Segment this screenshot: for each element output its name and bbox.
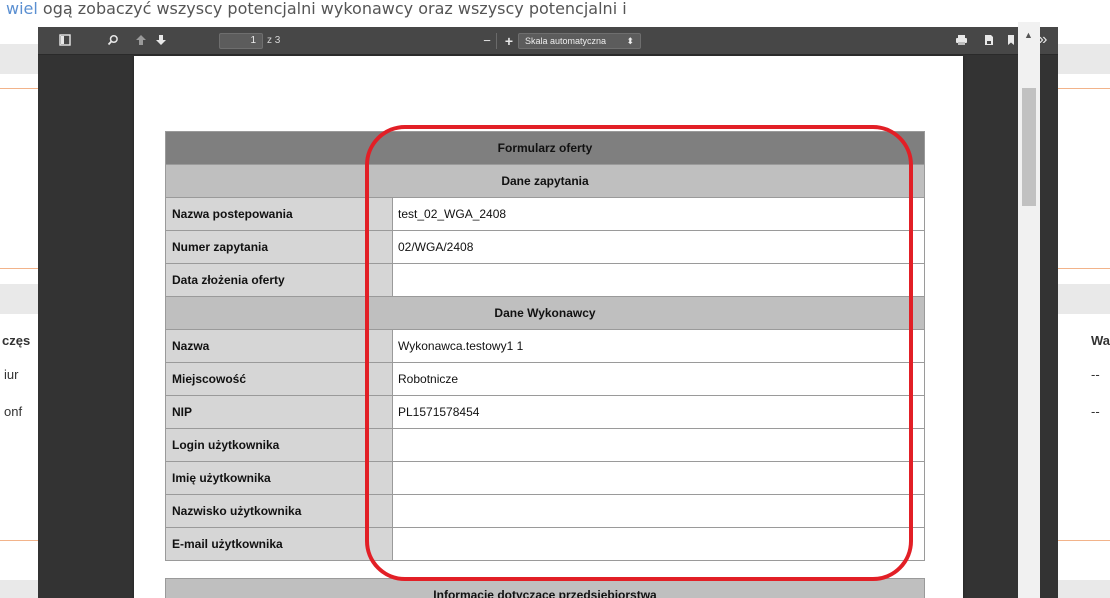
field-label: Nazwa postepowania (165, 197, 393, 231)
print-icon[interactable] (952, 32, 970, 50)
table-row: Miejscowość Robotnicze (165, 362, 925, 396)
section-header: Dane zapytania (165, 164, 925, 198)
search-icon[interactable] (104, 32, 122, 50)
previous-page-icon[interactable] (132, 32, 150, 50)
modal-scrollbar[interactable]: ▲ (1018, 22, 1040, 598)
background-col-header-left: częs (2, 333, 31, 348)
field-value: test_02_WGA_2408 (392, 197, 925, 231)
field-label: Data złożenia oferty (165, 263, 393, 297)
background-cell-right: -- (1091, 367, 1100, 382)
field-value (392, 263, 925, 297)
zoom-in-button[interactable]: + (500, 32, 518, 50)
section-header-row: Dane zapytania (165, 164, 925, 198)
table-row: NIP PL1571578454 (165, 395, 925, 429)
field-value: PL1571578454 (392, 395, 925, 429)
toolbar-separator (496, 33, 497, 49)
field-label: Nazwisko użytkownika (165, 494, 393, 528)
spacer-row (165, 560, 925, 579)
field-label: Login użytkownika (165, 428, 393, 462)
field-value: 02/WGA/2408 (392, 230, 925, 264)
form-title-row: Formularz oferty (165, 131, 925, 165)
field-value: Robotnicze (392, 362, 925, 396)
table-row: Numer zapytania 02/WGA/2408 (165, 230, 925, 264)
field-label: E-mail użytkownika (165, 527, 393, 561)
offer-form-table: Formularz oferty Dane zapytania Nazwa po… (165, 131, 925, 598)
zoom-select-value: Skala automatyczna (525, 36, 607, 46)
table-row: Data złożenia oferty (165, 263, 925, 297)
table-row: Login użytkownika (165, 428, 925, 462)
sidebar-toggle-icon[interactable] (56, 32, 74, 50)
form-title: Formularz oferty (165, 131, 925, 165)
scroll-thumb[interactable] (1022, 88, 1036, 206)
download-icon[interactable] (980, 32, 998, 50)
field-value (392, 494, 925, 528)
pdf-viewer-modal: 1 z 3 − + Skala automatyczna ⬍ » Formula… (38, 27, 1058, 598)
field-label: Miejscowość (165, 362, 393, 396)
field-value (392, 461, 925, 495)
pdf-toolbar: 1 z 3 − + Skala automatyczna ⬍ » (38, 27, 1058, 55)
field-label: Numer zapytania (165, 230, 393, 264)
field-value (392, 527, 925, 561)
background-link[interactable]: wiel (6, 0, 38, 18)
section-header: Dane Wykonawcy (165, 296, 925, 330)
page-count-label: z 3 (267, 35, 281, 46)
field-label: NIP (165, 395, 393, 429)
table-row: E-mail użytkownika (165, 527, 925, 561)
field-value: Wykonawca.testowy1 1 (392, 329, 925, 363)
background-col-header-right: Wa (1091, 333, 1110, 348)
zoom-select[interactable]: Skala automatyczna ⬍ (518, 33, 641, 49)
section-header: Informacje dotyczące przedsiębiorstwa (165, 578, 925, 598)
page-number-input[interactable]: 1 (219, 33, 263, 49)
pdf-document-area: Formularz oferty Dane zapytania Nazwa po… (38, 55, 1058, 598)
zoom-out-button[interactable]: − (478, 32, 496, 50)
background-cell-left: onf (4, 404, 23, 419)
field-label: Imię użytkownika (165, 461, 393, 495)
table-row: Nazwa postepowania test_02_WGA_2408 (165, 197, 925, 231)
table-row: Imię użytkownika (165, 461, 925, 495)
section-header-row: Informacje dotyczące przedsiębiorstwa (165, 578, 925, 598)
scroll-up-icon[interactable]: ▲ (1024, 30, 1033, 40)
background-cell-right: -- (1091, 404, 1100, 419)
section-header-row: Dane Wykonawcy (165, 296, 925, 330)
background-cell-left: iur (4, 367, 19, 382)
chevron-updown-icon: ⬍ (626, 36, 634, 46)
next-page-icon[interactable] (152, 32, 170, 50)
table-row: Nazwisko użytkownika (165, 494, 925, 528)
pdf-page: Formularz oferty Dane zapytania Nazwa po… (134, 56, 963, 598)
field-label: Nazwa (165, 329, 393, 363)
table-row: Nazwa Wykonawca.testowy1 1 (165, 329, 925, 363)
field-value (392, 428, 925, 462)
background-top-text: wiel ogą zobaczyć wszyscy potencjalni wy… (6, 0, 627, 18)
